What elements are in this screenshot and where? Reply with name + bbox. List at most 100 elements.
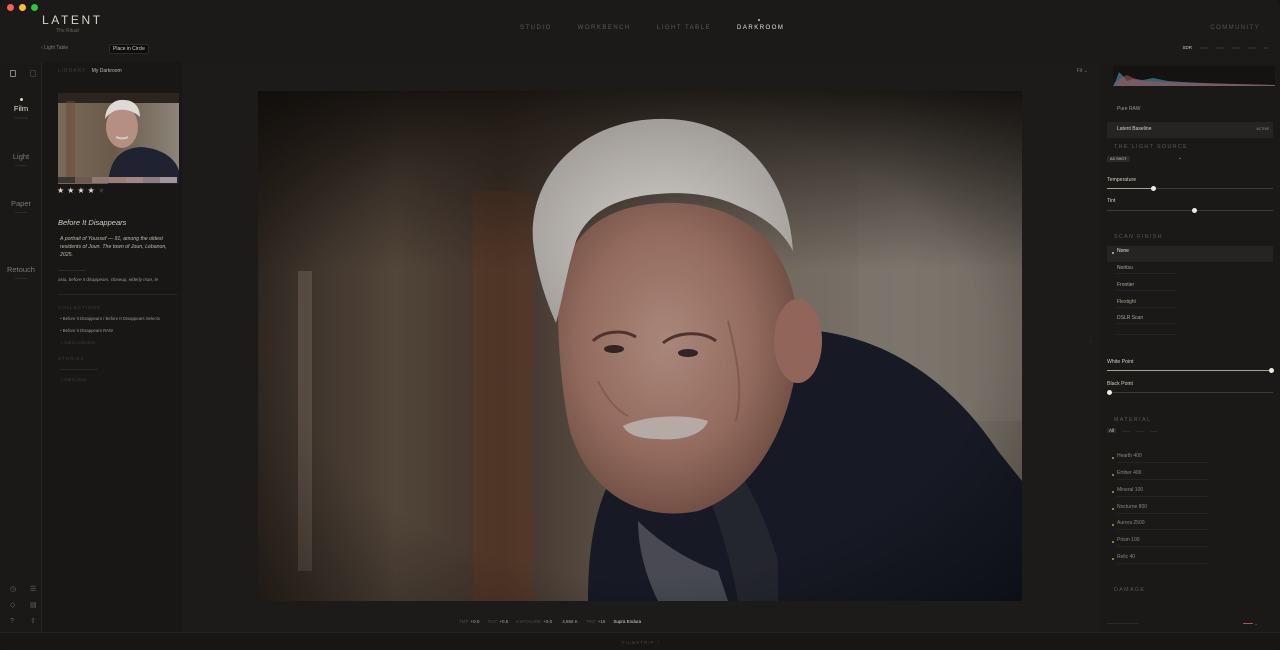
white-point-knob[interactable] <box>1269 368 1274 373</box>
film-stock-label: Aurora 2500 <box>1117 520 1145 526</box>
recipe-latent-baseline[interactable]: Latent Baseline ACTIVE <box>1107 122 1273 138</box>
rail-item-retouch[interactable]: Retouch <box>0 265 42 279</box>
back-to-light-table[interactable]: ‹ Light Table <box>41 45 68 51</box>
readout-value: 4,856 K <box>562 619 578 624</box>
collection-item[interactable]: Before It Disappears RAW <box>60 328 113 333</box>
photo-thumbnail[interactable] <box>58 93 179 184</box>
scan-option-flatbed[interactable]: DSLR Scan <box>1107 313 1273 327</box>
scan-option-frontier[interactable]: Frontier <box>1107 280 1273 294</box>
rail-tools: ◷ ☰ ◇ ▤ ? ⇪ <box>10 586 42 626</box>
view-toggle[interactable] <box>1232 47 1240 49</box>
photo-description[interactable]: A portrait of Youssef — 91, among the ol… <box>60 235 180 259</box>
readout-value: +0.5 <box>499 619 509 624</box>
film-stock-item[interactable]: Aurora 2500 <box>1107 518 1273 532</box>
star-icon[interactable]: ★ <box>88 186 98 195</box>
filter-chip[interactable] <box>1122 431 1131 432</box>
scan-option-none[interactable]: None <box>1107 246 1273 262</box>
recipe-pure-raw[interactable]: Pure RAW <box>1107 102 1273 116</box>
film-stock-item[interactable]: Ember 400 <box>1107 468 1273 482</box>
star-icon[interactable]: ★ <box>77 186 87 195</box>
readout-key: TINT <box>487 619 498 624</box>
tint-knob[interactable] <box>1192 208 1197 213</box>
filter-chip[interactable] <box>1136 431 1145 432</box>
history-icon[interactable]: ◷ <box>10 586 22 594</box>
stories-heading: STORIES <box>58 356 85 361</box>
black-point-knob[interactable] <box>1107 390 1112 395</box>
nav-studio[interactable]: STUDIO <box>520 25 552 31</box>
view-toggle[interactable] <box>1200 47 1208 49</box>
brand[interactable]: LATENT The Ritual <box>42 13 103 34</box>
main-nav: STUDIO WORKBENCH LIGHT TABLE DARKROOM <box>520 19 784 31</box>
film-stock-item[interactable]: Hearth 400 <box>1107 451 1273 465</box>
star-rating[interactable]: ★★★★★ <box>57 186 108 195</box>
sliders-icon[interactable]: ☰ <box>30 586 42 594</box>
photo-tags[interactable]: asia, before it disappears, closeup, eld… <box>58 277 180 282</box>
white-point-label: White Point <box>1107 359 1134 365</box>
stories-empty <box>60 367 98 372</box>
filmstrip-toggle[interactable]: FILMSTRIP ⌃ <box>622 640 661 646</box>
film-stock-name[interactable]: Supra Endura <box>613 619 641 624</box>
film-stock-bar <box>1117 546 1207 547</box>
light-source-dropdown-icon[interactable]: ⌄ <box>1178 155 1182 161</box>
nav-light-table[interactable]: LIGHT TABLE <box>657 25 711 31</box>
collection-item[interactable]: Before It Disappears / Before It Disappe… <box>60 316 160 321</box>
scan-option-noritsu[interactable]: Noritsu <box>1107 263 1273 277</box>
film-stock-item[interactable]: Relic 40 <box>1107 552 1273 566</box>
single-view-icon[interactable] <box>10 70 16 77</box>
reset-link[interactable]: ⌄ <box>1242 621 1258 627</box>
zoom-fit-select[interactable]: Fit ⌄ <box>1077 68 1088 74</box>
minimize-window-button[interactable] <box>19 4 26 11</box>
nav-darkroom[interactable]: DARKROOM <box>737 19 784 31</box>
library-label[interactable]: LIBRARY <box>58 68 86 74</box>
scan-option-dslr[interactable] <box>1107 330 1273 344</box>
white-point-slider[interactable] <box>1107 368 1274 373</box>
temperature-slider[interactable] <box>1107 186 1273 191</box>
star-icon[interactable]: ★ <box>67 186 77 195</box>
film-icon[interactable]: ▤ <box>30 602 42 610</box>
film-stock-item[interactable]: Mineral 100 <box>1107 485 1273 499</box>
photo-title[interactable]: Before It Disappears <box>58 218 126 227</box>
share-icon[interactable]: ⇪ <box>30 618 42 626</box>
add-to-collection-link[interactable]: + Add to collection <box>60 340 95 345</box>
library-current[interactable]: My Darkroom <box>92 68 122 74</box>
thumbnail-image <box>58 93 179 184</box>
place-in-circle-button[interactable]: Place in Circle <box>109 44 149 54</box>
help-icon[interactable]: ? <box>10 618 22 626</box>
rail-item-paper[interactable]: Paper <box>0 199 42 213</box>
compare-view-icon[interactable] <box>30 70 36 77</box>
film-stock-item[interactable]: Nocturne 800 <box>1107 502 1273 516</box>
black-point-label: Black Point <box>1107 381 1133 387</box>
view-toggle[interactable] <box>1264 47 1268 49</box>
zoom-window-button[interactable] <box>31 4 38 11</box>
add-to-story-link[interactable]: + Add to story <box>60 377 86 382</box>
scan-option-flextight[interactable]: Flextight <box>1107 297 1273 311</box>
rail-item-film[interactable]: Film Develop <box>0 104 42 120</box>
film-stock-item[interactable]: Prism 100 <box>1107 535 1273 549</box>
rail-item-sub <box>15 165 27 166</box>
panel-collapse-handle[interactable]: ‹ <box>1090 339 1092 345</box>
temperature-knob[interactable] <box>1151 186 1156 191</box>
filter-all[interactable]: All <box>1107 428 1117 433</box>
main-photo[interactable] <box>258 91 1022 601</box>
close-window-button[interactable] <box>7 4 14 11</box>
view-toggle[interactable] <box>1216 47 1224 49</box>
tag-icon[interactable]: ◇ <box>10 602 22 610</box>
nav-community[interactable]: COMMUNITY <box>1210 25 1260 31</box>
filter-chip[interactable] <box>1150 431 1159 432</box>
scan-option-label: Noritsu <box>1117 265 1133 271</box>
view-toggle[interactable] <box>1248 47 1256 49</box>
star-icon[interactable]: ★ <box>57 186 67 195</box>
white-point-fill <box>1107 370 1271 371</box>
sdr-toggle[interactable]: SDR <box>1182 45 1192 50</box>
nav-workbench[interactable]: WORKBENCH <box>578 25 631 31</box>
palette-swatch <box>160 177 177 183</box>
black-point-slider[interactable] <box>1107 390 1273 395</box>
status-readouts: TMP +0.0 TINT +0.5 EXPOSURE +0.0 4,856 K TI… <box>459 619 641 624</box>
as-shot-chip[interactable]: AS SHOT <box>1107 156 1130 162</box>
palette-swatch <box>126 177 143 183</box>
rail-item-light[interactable]: Light <box>0 152 42 166</box>
film-stock-label: Mineral 100 <box>1117 487 1144 493</box>
star-icon[interactable]: ★ <box>98 186 108 195</box>
tint-slider[interactable] <box>1107 208 1273 213</box>
filmstrip-bar[interactable]: FILMSTRIP ⌃ <box>0 632 1280 650</box>
